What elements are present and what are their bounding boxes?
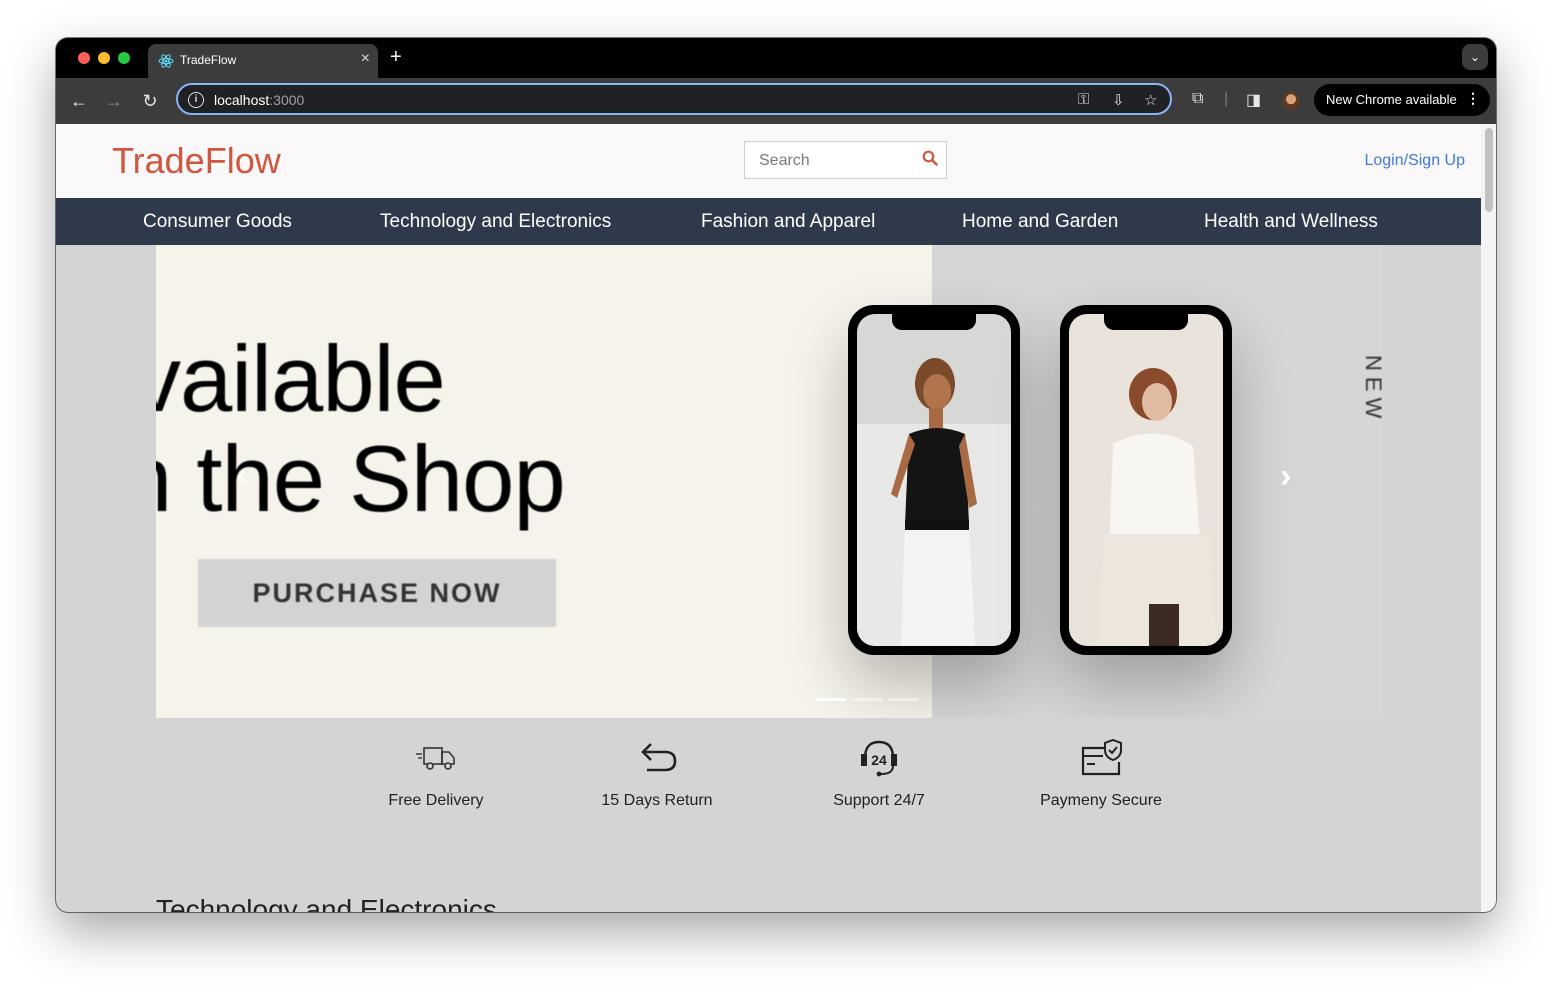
site-logo[interactable]: TradeFlow xyxy=(112,140,281,182)
delivery-truck-icon xyxy=(416,747,455,770)
close-window-button[interactable] xyxy=(78,52,90,64)
feature-support: 24 Support 24/7 xyxy=(789,738,969,810)
tab-title: TradeFlow xyxy=(180,53,237,67)
more-menu-icon[interactable]: ⋮ xyxy=(1466,90,1480,107)
carousel-prev-icon[interactable]: ‹ xyxy=(236,457,247,496)
page-viewport: TradeFlow Login/Sign Up Consumer Goods T… xyxy=(56,124,1496,912)
browser-tab[interactable]: TradeFlow × xyxy=(148,44,378,78)
hero-carousel: vailable n the Shop PURCHASE NOW NEW ‹ › xyxy=(156,245,1382,718)
toolbar-divider: | xyxy=(1224,90,1229,107)
nav-technology-electronics[interactable]: Technology and Electronics xyxy=(380,211,611,233)
feature-label: Free Delivery xyxy=(388,792,484,809)
profile-avatar[interactable] xyxy=(1282,92,1300,110)
carousel-dot[interactable] xyxy=(888,698,918,701)
features-row: Free Delivery 15 Days Return 24 Support … xyxy=(56,718,1481,838)
install-app-icon[interactable]: ⇩ xyxy=(1112,91,1125,109)
forward-arrow-icon[interactable]: → xyxy=(103,90,125,112)
nav-consumer-goods[interactable]: Consumer Goods xyxy=(143,211,292,233)
extensions-puzzle-icon[interactable]: ⧉ xyxy=(1192,90,1203,108)
feature-label: 15 Days Return xyxy=(601,792,713,809)
nav-home-garden[interactable]: Home and Garden xyxy=(962,211,1118,233)
return-arrow-icon xyxy=(641,743,677,772)
search-icon[interactable] xyxy=(922,150,938,166)
phone-notch xyxy=(892,314,976,330)
hero-headline-line2: n the Shop xyxy=(156,426,566,531)
hero-side-text: NEW COLLECTION xyxy=(1366,355,1382,425)
carousel-next-icon[interactable]: › xyxy=(1280,457,1291,496)
site-header: TradeFlow Login/Sign Up xyxy=(56,124,1481,198)
tab-strip: TradeFlow × + ⌄ xyxy=(56,38,1496,78)
search-box xyxy=(744,141,947,179)
model-photo-right xyxy=(1069,314,1223,646)
reload-icon[interactable]: ↻ xyxy=(139,90,161,112)
phone-mockup-right xyxy=(1060,305,1232,655)
address-bar[interactable]: i localhost:3000 ⚿ ⇩ ☆ xyxy=(176,83,1172,115)
carousel-dot[interactable] xyxy=(816,698,846,701)
model-photo-left xyxy=(857,314,1011,646)
browser-toolbar: ← → ↻ i localhost:3000 ⚿ ⇩ ☆ ⧉ | ◨ New C… xyxy=(56,78,1496,124)
url-host: localhost xyxy=(214,92,270,108)
phone-notch xyxy=(1104,314,1188,330)
url-port: :3000 xyxy=(269,92,305,108)
nav-fashion-apparel[interactable]: Fashion and Apparel xyxy=(701,211,875,233)
purchase-now-button[interactable]: PURCHASE NOW xyxy=(198,559,556,627)
new-tab-icon[interactable]: + xyxy=(390,46,402,69)
feature-label: Support 24/7 xyxy=(833,792,925,809)
maximize-window-button[interactable] xyxy=(118,52,130,64)
page-scrollbar[interactable] xyxy=(1481,124,1496,912)
search-input[interactable] xyxy=(757,151,921,171)
nav-health-wellness[interactable]: Health and Wellness xyxy=(1204,211,1378,233)
svg-text:24: 24 xyxy=(871,752,887,768)
carousel-indicators xyxy=(816,688,924,706)
password-key-icon[interactable]: ⚿ xyxy=(1078,91,1089,108)
secure-payment-icon xyxy=(1081,738,1122,776)
scrollbar-thumb[interactable] xyxy=(1485,128,1493,212)
side-panel-icon[interactable]: ◨ xyxy=(1246,90,1261,110)
update-chrome-label: New Chrome available xyxy=(1326,92,1457,107)
hero-headline-line1: vailable xyxy=(156,326,446,431)
react-icon xyxy=(158,54,174,68)
phone-mockup-left xyxy=(848,305,1020,655)
section-title: Technology and Electronics xyxy=(156,894,497,912)
bookmark-star-icon[interactable]: ☆ xyxy=(1144,91,1157,109)
feature-return: 15 Days Return xyxy=(567,738,747,810)
feature-label: Paymeny Secure xyxy=(1040,792,1162,809)
url-text: localhost:3000 xyxy=(214,92,304,108)
close-tab-icon[interactable]: × xyxy=(361,50,370,68)
support-24-icon: 24 xyxy=(861,740,897,777)
category-nav: Consumer Goods Technology and Electronic… xyxy=(56,198,1481,245)
site-info-icon[interactable]: i xyxy=(188,92,204,108)
browser-window: TradeFlow × + ⌄ ← → ↻ i localhost:3000 ⚿… xyxy=(56,38,1496,912)
update-chrome-button[interactable]: New Chrome available ⋮ xyxy=(1314,84,1490,116)
feature-secure-payment: Paymeny Secure xyxy=(1011,738,1191,810)
minimize-window-button[interactable] xyxy=(98,52,110,64)
carousel-dot[interactable] xyxy=(852,698,882,701)
back-arrow-icon[interactable]: ← xyxy=(68,90,90,112)
feature-free-delivery: Free Delivery xyxy=(346,738,526,810)
login-signup-link[interactable]: Login/Sign Up xyxy=(1364,152,1465,170)
tab-search-chevron-icon[interactable]: ⌄ xyxy=(1462,44,1488,70)
